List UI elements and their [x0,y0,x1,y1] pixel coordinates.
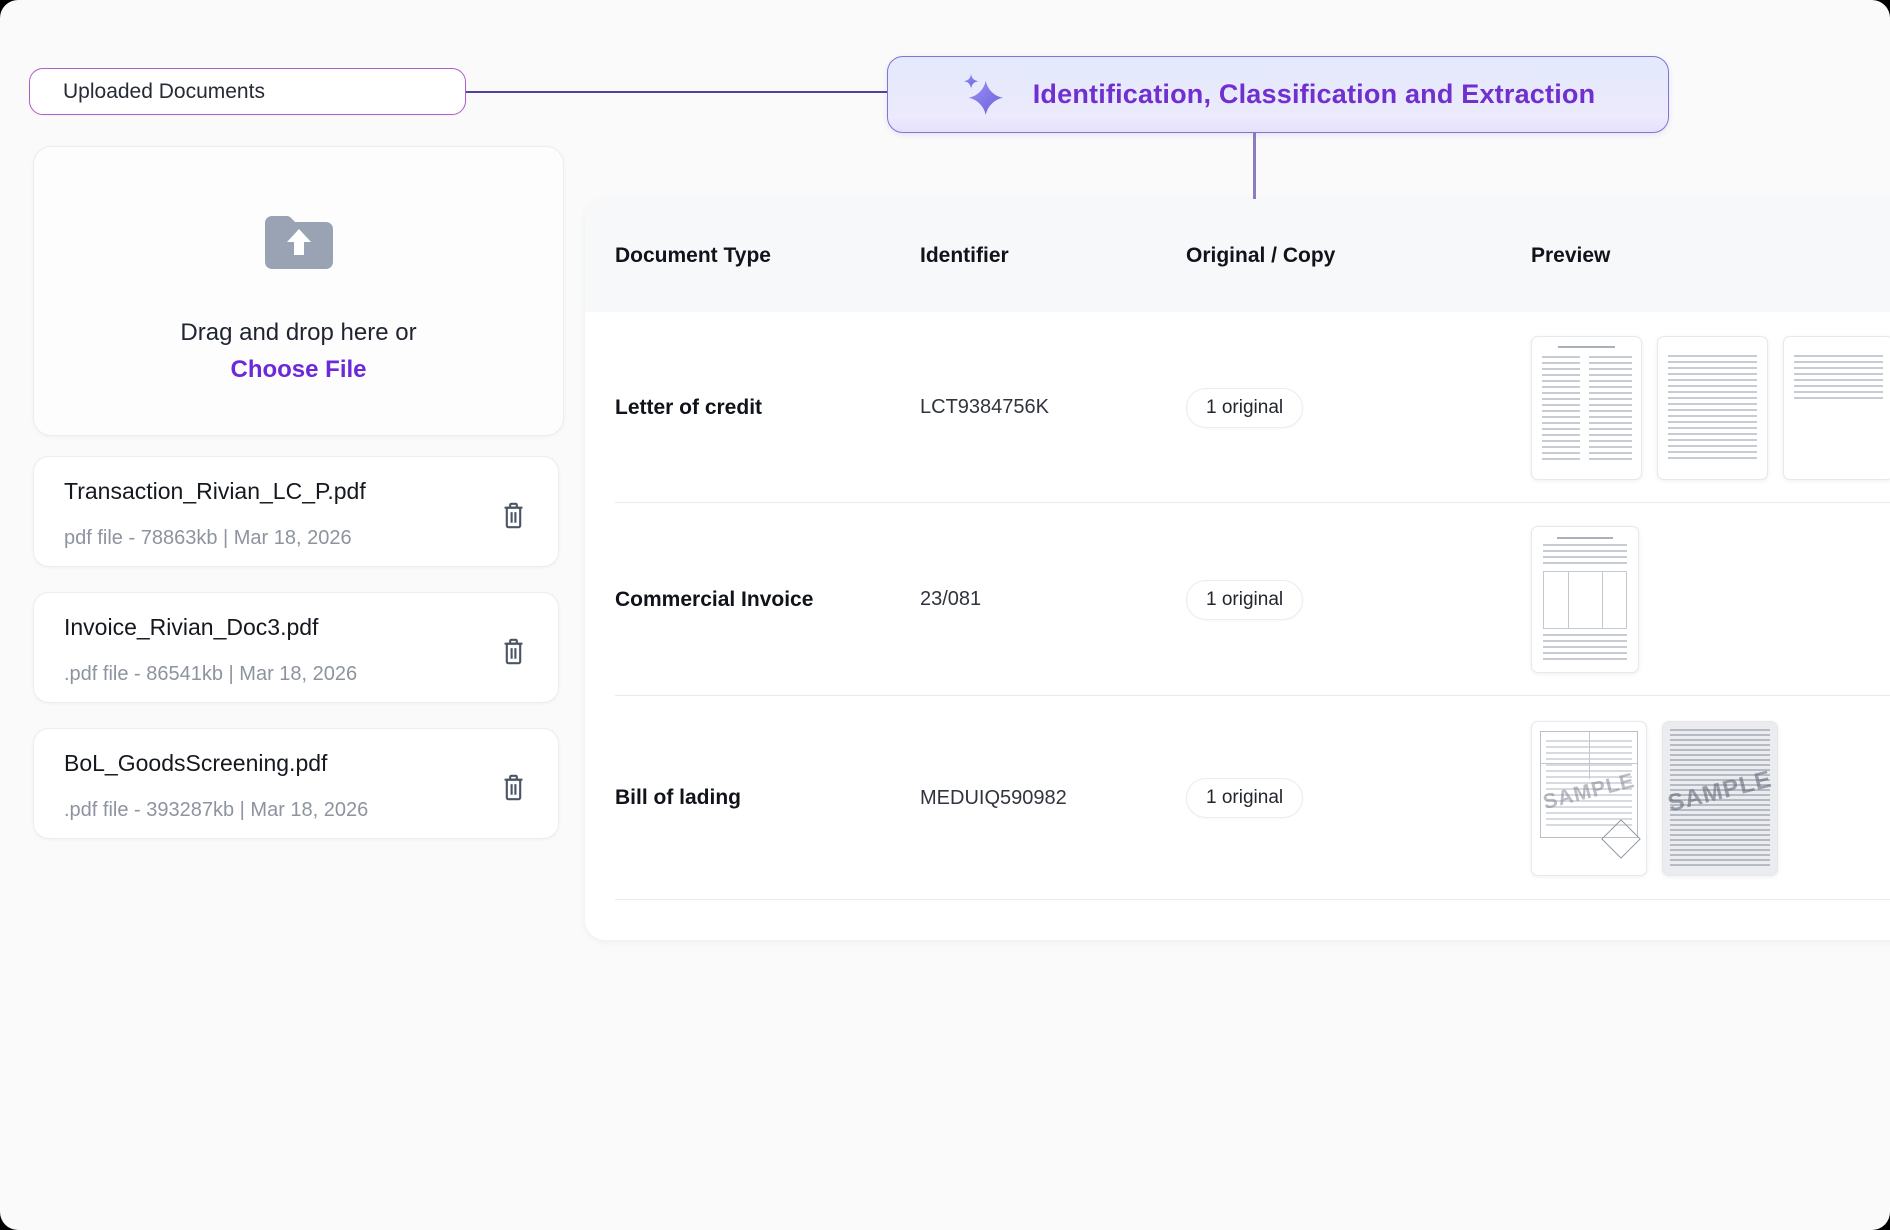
table-row: Bill of lading MEDUIQ590982 1 original S… [585,696,1890,900]
identifier-cell: 23/081 [920,588,1186,611]
original-copy-badge: 1 original [1186,580,1303,620]
extraction-results-table: Document Type Identifier Original / Copy… [585,199,1890,940]
extraction-title: Identification, Classification and Extra… [1033,79,1596,110]
document-type-cell: Letter of credit [615,396,920,420]
app-window: Uploaded Documents Identification, Class… [0,0,1890,1230]
original-copy-badge: 1 original [1186,778,1303,818]
upload-folder-icon [261,211,337,269]
document-type-cell: Commercial Invoice [615,588,920,612]
table-row: Commercial Invoice 23/081 1 original [585,503,1890,696]
vertical-connector-line [1253,133,1256,200]
file-name: BoL_GoodsScreening.pdf [64,750,327,777]
preview-thumbnail[interactable] [1531,526,1639,673]
choose-file-link[interactable]: Choose File [230,356,366,384]
preview-cell [1531,336,1890,480]
preview-thumbnail[interactable] [1783,336,1890,480]
page-lines [1543,544,1628,567]
delete-file-button[interactable] [498,635,528,667]
page-title-line [1558,346,1615,348]
column-header-original-copy: Original / Copy [1186,244,1531,268]
uploaded-documents-node: Uploaded Documents [29,68,466,115]
page-title-line [1557,537,1612,539]
file-name: Transaction_Rivian_LC_P.pdf [64,478,366,505]
file-meta: .pdf file - 393287kb | Mar 18, 2026 [64,799,368,822]
file-meta: .pdf file - 86541kb | Mar 18, 2026 [64,663,357,686]
identifier-cell: LCT9384756K [920,396,1186,419]
preview-thumbnail[interactable] [1531,336,1642,480]
trash-icon [500,501,527,530]
file-name: Invoice_Rivian_Doc3.pdf [64,614,318,641]
delete-file-button[interactable] [498,499,528,531]
horizontal-connector-line [466,91,888,93]
file-card: Invoice_Rivian_Doc3.pdf .pdf file - 8654… [33,592,559,703]
invoice-table-grid [1543,571,1628,629]
drag-drop-text: Drag and drop here or [180,319,416,347]
sparkle-icon [961,73,1005,117]
column-header-preview: Preview [1531,244,1890,268]
document-type-cell: Bill of lading [615,786,920,810]
trash-icon [500,773,527,802]
page-lines [1668,355,1757,463]
identifier-cell: MEDUIQ590982 [920,787,1186,810]
table-row: Letter of credit LCT9384756K 1 original [585,312,1890,503]
table-header-row: Document Type Identifier Original / Copy… [585,199,1890,312]
page-lines [1543,634,1628,660]
preview-cell [1531,526,1890,673]
column-header-document-type: Document Type [615,244,920,268]
trash-icon [500,637,527,666]
file-meta: pdf file - 78863kb | Mar 18, 2026 [64,527,352,550]
preview-thumbnail[interactable] [1657,336,1768,480]
page-lines [1589,356,1633,464]
page-lines [1794,355,1883,399]
file-card: Transaction_Rivian_LC_P.pdf pdf file - 7… [33,456,559,567]
upload-dropzone[interactable]: Drag and drop here or Choose File [33,146,564,436]
preview-cell: SAMPLE SAMPLE [1531,721,1890,876]
extraction-header-node: Identification, Classification and Extra… [887,56,1669,133]
preview-thumbnail[interactable]: SAMPLE [1662,721,1778,876]
column-header-identifier: Identifier [920,244,1186,268]
page-lines [1542,356,1580,464]
delete-file-button[interactable] [498,771,528,803]
preview-thumbnail[interactable]: SAMPLE [1531,721,1647,876]
file-card: BoL_GoodsScreening.pdf .pdf file - 39328… [33,728,559,839]
uploaded-documents-label: Uploaded Documents [63,80,265,104]
original-copy-badge: 1 original [1186,388,1303,428]
